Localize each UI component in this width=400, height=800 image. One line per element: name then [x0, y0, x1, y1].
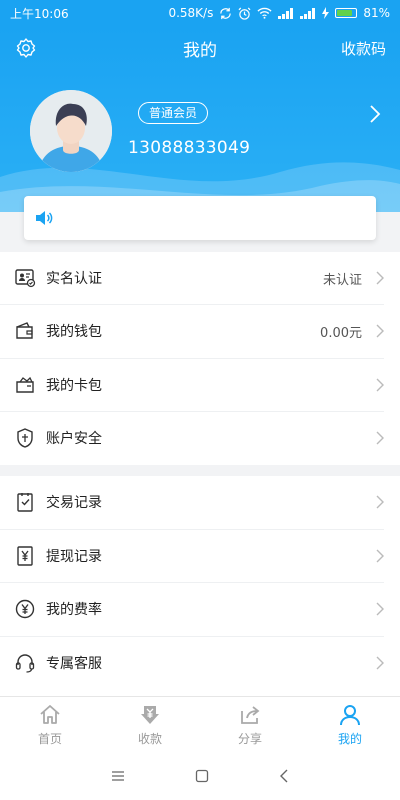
- chevron-right-icon: [376, 324, 384, 338]
- battery-icon: [335, 8, 358, 18]
- gear-icon[interactable]: [14, 36, 38, 60]
- menu-label: 我的钱包: [46, 324, 102, 341]
- profile-header: 我的 收款码 普通会员 13088833049: [0, 26, 400, 212]
- sync-icon: [220, 7, 232, 19]
- avatar[interactable]: [30, 90, 112, 172]
- menu-label: 专属客服: [46, 656, 102, 673]
- chevron-right-icon: [376, 495, 384, 509]
- id-card-icon: [14, 267, 36, 289]
- bottom-tab-bar: 首页 收款 分享 我的: [0, 696, 400, 752]
- menu-item-customer-service[interactable]: 专属客服: [0, 637, 384, 691]
- verification-status: 未认证: [322, 272, 362, 288]
- menu-item-real-name[interactable]: 实名认证 未认证: [0, 252, 384, 306]
- chevron-right-icon: [376, 271, 384, 285]
- menu-label: 实名认证: [46, 271, 102, 288]
- tab-label: 首页: [37, 731, 62, 746]
- menu-label: 账户安全: [46, 431, 102, 448]
- menu-label: 提现记录: [46, 548, 102, 565]
- menu-item-card-pack[interactable]: 我的卡包: [0, 359, 384, 412]
- account-menu: 实名认证 未认证 我的钱包 0.00元 我的卡包 账户安全: [0, 252, 400, 465]
- alarm-icon: [238, 7, 251, 20]
- system-nav-bar: [0, 752, 400, 800]
- phone-number: 13088833049: [128, 138, 251, 158]
- menu-icon[interactable]: [111, 770, 125, 782]
- headset-icon: [14, 652, 36, 674]
- status-time: 上午10:06: [10, 6, 69, 21]
- home-icon: [40, 704, 60, 724]
- pay-code-button[interactable]: 收款码: [341, 38, 386, 59]
- records-menu: 交易记录 提现记录 我的费率 专属客服: [0, 476, 400, 696]
- chevron-right-icon: [376, 378, 384, 392]
- signal-icon-2: [300, 7, 316, 19]
- speaker-icon: [36, 211, 53, 225]
- menu-label: 我的费率: [46, 602, 102, 619]
- wifi-icon: [257, 7, 272, 19]
- tab-label: 收款: [137, 731, 162, 746]
- menu-item-withdrawals[interactable]: 提现记录: [0, 530, 384, 583]
- menu-item-security[interactable]: 账户安全: [0, 412, 384, 465]
- signal-icon: [278, 7, 294, 19]
- menu-label: 我的卡包: [46, 377, 102, 394]
- wallet-balance: 0.00元: [320, 325, 362, 341]
- tab-mine[interactable]: 我的: [300, 697, 400, 752]
- menu-label: 交易记录: [46, 495, 102, 512]
- tab-label: 我的: [337, 731, 362, 746]
- yen-circle-icon: [14, 598, 36, 620]
- tab-label: 分享: [237, 731, 262, 746]
- tab-receive[interactable]: 收款: [100, 697, 200, 752]
- receive-icon: [141, 705, 159, 724]
- menu-item-wallet[interactable]: 我的钱包 0.00元: [0, 305, 384, 359]
- battery-percent: 81%: [363, 6, 390, 20]
- chevron-right-icon: [376, 549, 384, 563]
- tab-share[interactable]: 分享: [200, 697, 300, 752]
- menu-item-fee-rate[interactable]: 我的费率: [0, 583, 384, 637]
- share-icon: [241, 705, 260, 724]
- chevron-right-icon: [376, 602, 384, 616]
- wallet-icon: [14, 320, 36, 342]
- member-level-badge: 普通会员: [138, 102, 209, 124]
- chevron-right-icon: [376, 431, 384, 445]
- home-square-icon[interactable]: [195, 769, 209, 783]
- card-pack-icon: [14, 374, 36, 396]
- chevron-right-icon: [376, 656, 384, 670]
- charging-icon: [322, 7, 330, 19]
- yen-receipt-icon: [14, 545, 36, 567]
- network-speed: 0.58K/s: [168, 6, 214, 20]
- chevron-right-icon[interactable]: [368, 104, 382, 124]
- notice-bar[interactable]: [24, 196, 376, 240]
- checklist-icon: [14, 491, 36, 513]
- tab-home[interactable]: 首页: [0, 697, 100, 752]
- menu-item-transactions[interactable]: 交易记录: [0, 476, 384, 530]
- user-icon: [340, 704, 360, 725]
- shield-icon: [14, 427, 36, 449]
- page-title: 我的: [183, 40, 217, 61]
- back-icon[interactable]: [279, 769, 289, 783]
- status-bar: 上午10:06 0.58K/s 81%: [0, 0, 400, 26]
